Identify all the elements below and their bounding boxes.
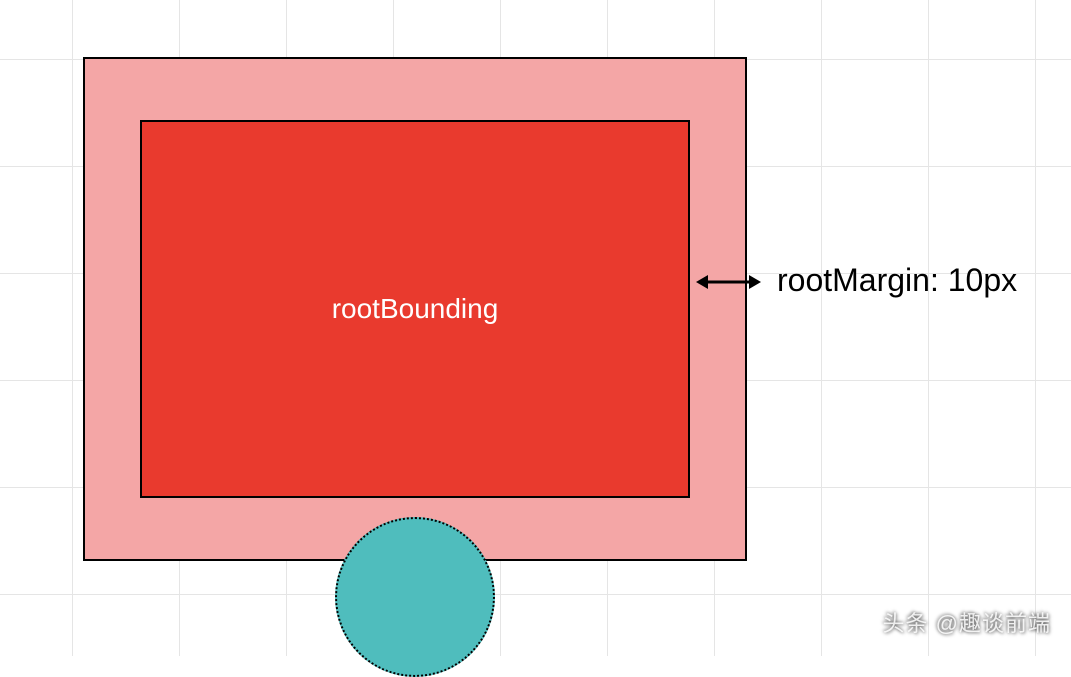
root-bounding-box: rootBounding (140, 120, 690, 498)
watermark-text: 头条 @趣谈前端 (883, 606, 1051, 638)
double-arrow-icon (696, 268, 761, 296)
margin-arrow (696, 268, 761, 296)
root-margin-label: rootMargin: 10px (777, 262, 1017, 299)
root-bounding-label: rootBounding (332, 293, 499, 325)
target-element-circle (335, 517, 495, 677)
